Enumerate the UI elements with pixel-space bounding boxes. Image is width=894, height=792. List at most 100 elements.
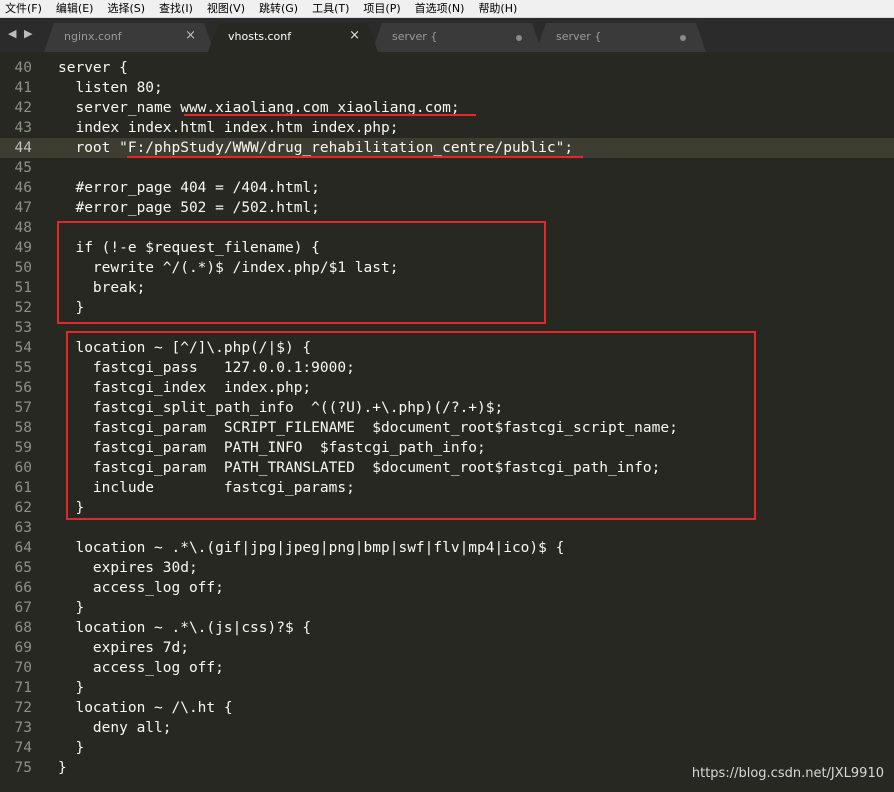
close-icon[interactable]: × <box>349 28 360 43</box>
menu-selection[interactable]: 选择(S) <box>100 0 152 17</box>
menu-edit[interactable]: 编辑(E) <box>49 0 101 17</box>
code-line[interactable]: 70 access_log off; <box>0 658 894 678</box>
code-line[interactable]: 64 location ~ .*\.(gif|jpg|jpeg|png|bmp|… <box>0 538 894 558</box>
line-number: 72 <box>14 700 32 716</box>
line-number: 60 <box>14 460 32 476</box>
line-text: server { <box>58 60 128 76</box>
line-text: index index.html index.htm index.php; <box>58 120 399 136</box>
code-line[interactable]: 68 location ~ .*\.(js|css)?$ { <box>0 618 894 638</box>
tab-vhosts-conf[interactable]: vhosts.conf × <box>208 23 378 52</box>
unsaved-dot-icon[interactable] <box>516 35 522 41</box>
line-text: access_log off; <box>58 660 224 676</box>
line-number: 50 <box>14 260 32 276</box>
line-text: } <box>58 740 85 756</box>
code-line[interactable]: 73 deny all; <box>0 718 894 738</box>
menu-goto[interactable]: 跳转(G) <box>252 0 305 17</box>
line-number: 69 <box>14 640 32 656</box>
close-icon[interactable]: × <box>185 28 196 43</box>
line-number: 62 <box>14 500 32 516</box>
line-number: 49 <box>14 240 32 256</box>
code-line[interactable]: 40 server { <box>0 58 894 78</box>
code-line[interactable]: 41 listen 80; <box>0 78 894 98</box>
code-line[interactable]: 44 root "F:/phpStudy/WWW/drug_rehabilita… <box>0 138 894 158</box>
line-number: 68 <box>14 620 32 636</box>
tab-nginx-conf[interactable]: nginx.conf × <box>44 23 214 52</box>
line-number: 73 <box>14 720 32 736</box>
line-number: 45 <box>14 160 32 176</box>
menu-view[interactable]: 视图(V) <box>200 0 252 17</box>
line-number: 57 <box>14 400 32 416</box>
line-number: 71 <box>14 680 32 696</box>
line-number: 46 <box>14 180 32 196</box>
tab-label: server { <box>392 30 438 43</box>
unsaved-dot-icon[interactable] <box>680 35 686 41</box>
tab-label: server { <box>556 30 602 43</box>
code-line[interactable]: 72 location ~ /\.ht { <box>0 698 894 718</box>
line-text: root "F:/phpStudy/WWW/drug_rehabilitatio… <box>58 140 574 156</box>
line-number: 56 <box>14 380 32 396</box>
line-number: 59 <box>14 440 32 456</box>
line-number: 44 <box>14 140 32 156</box>
line-text: #error_page 502 = /502.html; <box>58 200 320 216</box>
menu-help[interactable]: 帮助(H) <box>471 0 524 17</box>
code-line[interactable]: 65 expires 30d; <box>0 558 894 578</box>
menu-preferences[interactable]: 首选项(N) <box>408 0 472 17</box>
line-number: 51 <box>14 280 32 296</box>
code-line[interactable]: 45 <box>0 158 894 178</box>
menu-tools[interactable]: 工具(T) <box>305 0 356 17</box>
line-text: location ~ /\.ht { <box>58 700 233 716</box>
tab-label: nginx.conf <box>64 30 122 43</box>
code-editor[interactable]: 40 server {41 listen 80; 42 server_name ww… <box>0 52 894 792</box>
line-number: 41 <box>14 80 32 96</box>
tab-bar: ◀ ▶ nginx.conf × server { server { vhost… <box>0 18 894 52</box>
annotation-underline-server-name <box>184 114 476 116</box>
line-number: 58 <box>14 420 32 436</box>
line-number: 61 <box>14 480 32 496</box>
line-number: 63 <box>14 520 32 536</box>
line-number: 74 <box>14 740 32 756</box>
line-text: #error_page 404 = /404.html; <box>58 180 320 196</box>
line-text: listen 80; <box>58 80 163 96</box>
menu-project[interactable]: 项目(P) <box>356 0 407 17</box>
code-line[interactable]: 74 } <box>0 738 894 758</box>
line-text: expires 30d; <box>58 560 198 576</box>
code-line[interactable]: 46 #error_page 404 = /404.html; <box>0 178 894 198</box>
code-line[interactable]: 47 #error_page 502 = /502.html; <box>0 198 894 218</box>
annotation-box-rewrite <box>57 221 546 324</box>
line-number: 40 <box>14 60 32 76</box>
line-text: expires 7d; <box>58 640 189 656</box>
menu-bar: 文件(F) 编辑(E) 选择(S) 查找(I) 视图(V) 跳转(G) 工具(T… <box>0 0 894 18</box>
line-text: } <box>58 680 85 696</box>
line-number: 48 <box>14 220 32 236</box>
menu-file[interactable]: 文件(F) <box>0 0 49 17</box>
line-text: } <box>58 760 67 776</box>
line-number: 43 <box>14 120 32 136</box>
line-number: 47 <box>14 200 32 216</box>
line-number: 75 <box>14 760 32 776</box>
annotation-underline-root <box>127 156 583 158</box>
line-number: 54 <box>14 340 32 356</box>
line-number: 65 <box>14 560 32 576</box>
code-line[interactable]: 71 } <box>0 678 894 698</box>
tab-label: vhosts.conf <box>228 30 292 43</box>
code-line[interactable]: 66 access_log off; <box>0 578 894 598</box>
annotation-box-php-location <box>66 331 756 520</box>
menu-find[interactable]: 查找(I) <box>152 0 200 17</box>
line-number: 42 <box>14 100 32 116</box>
tab-server-1[interactable]: server { <box>372 23 542 52</box>
code-line[interactable]: 63 <box>0 518 894 538</box>
line-text: location ~ .*\.(js|css)?$ { <box>58 620 312 636</box>
line-text: location ~ .*\.(gif|jpg|jpeg|png|bmp|swf… <box>58 540 565 556</box>
tab-server-2[interactable]: server { <box>536 23 706 52</box>
line-number: 64 <box>14 540 32 556</box>
line-number: 70 <box>14 660 32 676</box>
watermark: https://blog.csdn.net/JXL9910 <box>691 766 884 781</box>
line-number: 53 <box>14 320 32 336</box>
code-line[interactable]: 67 } <box>0 598 894 618</box>
tab-nav-arrows-icon[interactable]: ◀ ▶ <box>8 27 34 40</box>
line-number: 55 <box>14 360 32 376</box>
line-number: 52 <box>14 300 32 316</box>
code-line[interactable]: 69 expires 7d; <box>0 638 894 658</box>
code-line[interactable]: 43 index index.html index.htm index.php; <box>0 118 894 138</box>
line-text: deny all; <box>58 720 172 736</box>
